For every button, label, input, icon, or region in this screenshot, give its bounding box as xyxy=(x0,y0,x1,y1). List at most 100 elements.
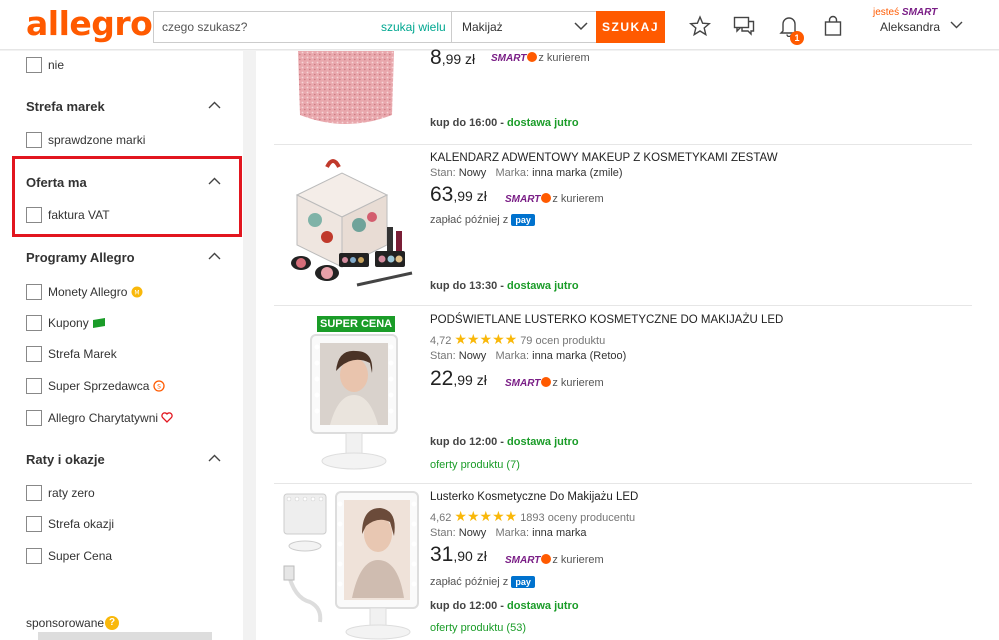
product-price: 63,99 zł xyxy=(430,183,487,207)
filter-label: sprawdzone marki xyxy=(48,133,146,147)
filter-checkbox[interactable] xyxy=(26,516,42,532)
product-image-brushes[interactable] xyxy=(296,51,396,129)
marka-label: Marka: xyxy=(495,350,530,362)
coin-icon: M xyxy=(131,286,143,298)
super-price-badge: SUPER CENA xyxy=(317,316,396,332)
product-image-led-mirror-2[interactable] xyxy=(280,490,422,640)
rating-value: 4,62 xyxy=(430,512,452,524)
chevron-up-icon[interactable] xyxy=(208,101,221,109)
courier-label: z kurierem xyxy=(552,377,604,389)
smart-dot-icon xyxy=(527,52,538,62)
chevron-down-icon[interactable] xyxy=(950,21,963,29)
rating-stars-icon: ★★★★★ xyxy=(454,331,518,347)
allegro-logo[interactable]: allegro xyxy=(26,4,153,43)
filter-label: raty zero xyxy=(48,486,95,500)
cart-bag-icon[interactable] xyxy=(822,15,844,37)
smart-courier-tag: SMART z kurierem xyxy=(505,377,604,389)
divider xyxy=(274,305,972,306)
filter-label-text: Kupony xyxy=(48,316,89,330)
star-icon[interactable] xyxy=(689,15,711,37)
category-select[interactable]: Makijaż xyxy=(451,11,597,43)
highlight-box xyxy=(12,156,242,237)
section-title-raty-i-okazje[interactable]: Raty i okazje xyxy=(26,452,105,467)
help-icon[interactable]: ? xyxy=(105,616,119,630)
stan-value: Nowy xyxy=(458,350,487,362)
delivery-time: kup do 12:00 - xyxy=(430,600,504,612)
delivery-info: kup do 12:00 - dostawa jutro xyxy=(430,600,579,612)
product-title[interactable]: PODŚWIETLANE LUSTERKO KOSMETYCZNE DO MAK… xyxy=(430,314,783,326)
filter-checkbox[interactable] xyxy=(26,132,42,148)
filter-checkbox[interactable] xyxy=(26,315,42,331)
search-many-link[interactable]: szukaj wielu xyxy=(381,11,446,43)
user-smart-prefix: jesteś xyxy=(873,7,900,18)
rating-count: 79 ocen produktu xyxy=(520,335,606,347)
marka-value: inna marka (zmile) xyxy=(532,167,623,179)
delivery-info: kup do 13:30 - dostawa jutro xyxy=(430,280,579,292)
price-decimal: ,99 zł xyxy=(441,51,476,67)
chevron-up-icon[interactable] xyxy=(208,454,221,462)
product-rating: 4,62 ★★★★★ 1893 oceny producentu xyxy=(430,508,635,525)
category-select-value: Makijaż xyxy=(462,20,503,34)
smart-dot-icon xyxy=(541,554,552,564)
svg-text:S: S xyxy=(157,384,161,391)
product-title[interactable]: Lusterko Kosmetyczne Do Makijażu LED xyxy=(430,491,638,503)
pay-logo: pay xyxy=(511,576,535,588)
filter-checkbox[interactable] xyxy=(26,548,42,564)
delivery-time: kup do 16:00 - xyxy=(430,117,504,129)
filter-label: Strefa okazji xyxy=(48,517,115,531)
user-name[interactable]: Aleksandra xyxy=(880,20,940,34)
filter-checkbox[interactable] xyxy=(26,378,42,394)
sponsored-image[interactable] xyxy=(38,632,212,640)
filter-checkbox[interactable] xyxy=(26,410,42,426)
product-price: 22,99 zł xyxy=(430,367,487,391)
marka-value: inna marka xyxy=(532,527,587,539)
chevron-up-icon[interactable] xyxy=(208,252,221,260)
stan-label: Stan: xyxy=(430,167,456,179)
marka-label: Marka: xyxy=(495,167,530,179)
courier-label: z kurierem xyxy=(552,193,604,205)
messages-icon[interactable] xyxy=(733,15,755,37)
stan-label: Stan: xyxy=(430,527,456,539)
product-offers-link[interactable]: oferty produktu (7) xyxy=(430,459,520,471)
price-integer: 63 xyxy=(430,183,454,206)
heart-icon xyxy=(161,412,174,423)
filter-checkbox[interactable] xyxy=(26,57,42,73)
price-integer: 8 xyxy=(430,46,442,69)
section-title-strefa-marek[interactable]: Strefa marek xyxy=(26,99,105,114)
smart-courier-tag: SMART z kurierem xyxy=(505,193,604,205)
delivery-info: kup do 16:00 - dostawa jutro xyxy=(430,117,579,129)
rating-stars-icon: ★★★★★ xyxy=(454,508,518,524)
notification-badge: 1 xyxy=(790,31,804,45)
marka-label: Marka: xyxy=(495,527,530,539)
delivery-when: dostawa jutro xyxy=(507,600,579,612)
product-price: 8,99 zł xyxy=(430,46,475,70)
search-button[interactable]: SZUKAJ xyxy=(596,11,665,43)
rating-count: 1893 oceny producentu xyxy=(520,512,636,524)
smart-label: SMART xyxy=(505,555,541,566)
rating-value: 4,72 xyxy=(430,335,452,347)
product-title[interactable]: KALENDARZ ADWENTOWY MAKEUP Z KOSMETYKAMI… xyxy=(430,152,778,164)
product-meta: Stan: Nowy Marka: inna marka xyxy=(430,527,587,539)
svg-text:M: M xyxy=(134,290,139,297)
smart-dot-icon xyxy=(541,193,552,203)
filter-label: Super Sprzedawca S xyxy=(48,379,165,393)
pay-later-label: zapłać później z xyxy=(430,214,509,226)
delivery-when: dostawa jutro xyxy=(507,117,579,129)
filter-label: Monety Allegro M xyxy=(48,285,143,299)
product-image-led-mirror[interactable] xyxy=(308,333,400,471)
courier-label: z kurierem xyxy=(552,554,604,566)
product-meta: Stan: Nowy Marka: inna marka (Retoo) xyxy=(430,350,626,362)
filter-label: Strefa Marek xyxy=(48,347,117,361)
filter-label: Kupony xyxy=(48,316,106,330)
filter-checkbox[interactable] xyxy=(26,284,42,300)
product-offers-link[interactable]: oferty produktu (53) xyxy=(430,622,526,634)
courier-label: z kurierem xyxy=(538,52,590,64)
section-title-programy-allegro[interactable]: Programy Allegro xyxy=(26,250,135,265)
divider xyxy=(274,144,972,145)
sponsored-label: sponsorowane xyxy=(26,616,105,630)
filter-checkbox[interactable] xyxy=(26,485,42,501)
filter-label-text: Super Sprzedawca xyxy=(48,379,150,393)
filter-checkbox[interactable] xyxy=(26,346,42,362)
marka-value: inna marka (Retoo) xyxy=(532,350,627,362)
product-image-advent-calendar[interactable] xyxy=(287,155,417,290)
